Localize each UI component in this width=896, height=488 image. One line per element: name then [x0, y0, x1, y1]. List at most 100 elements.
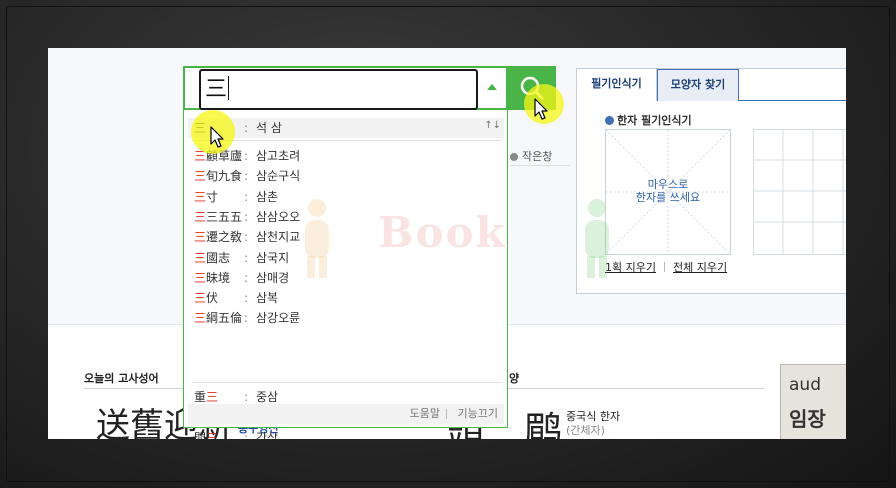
- item-hanja-match: 三: [194, 250, 207, 265]
- item-reading: 삼삼오오: [256, 209, 301, 224]
- shape-section-title: 양: [509, 372, 520, 385]
- divider: [510, 165, 570, 166]
- item-reading: 삼매경: [256, 270, 290, 285]
- handwriting-title: 한자 필기인식기: [605, 112, 692, 128]
- item-hanja-prefix: 間: [194, 430, 207, 439]
- colon: :: [244, 169, 249, 184]
- mouse-cursor-icon: [210, 126, 224, 148]
- colon: :: [244, 430, 249, 439]
- autocomplete-footer: 도움말 기능끄기: [188, 404, 504, 424]
- autocomplete-toggle-arrow-icon[interactable]: [487, 84, 497, 90]
- autocomplete-dropdown: 三:석 삼 ↑↓ 三顧草廬:삼고초려三旬九食:삼순구식三寸:삼촌三三五五:삼삼오…: [183, 110, 508, 439]
- item-hanja: 三伏: [194, 289, 244, 307]
- chinese-sublabel: (간체자): [566, 424, 605, 437]
- autocomplete-item[interactable]: 三國志: 삼국지: [194, 249, 289, 267]
- idiom-section-title: 오늘의 고사성어: [84, 372, 159, 385]
- item-reading: 삼고초려: [256, 149, 301, 163]
- item-hanja-suffix: 昧境: [206, 270, 231, 285]
- item-reading: 간삼: [256, 430, 279, 439]
- watermark-figure-icon: [585, 199, 609, 278]
- item-hanja: 間三: [194, 429, 244, 439]
- item-hanja-suffix: 三五五: [206, 209, 243, 224]
- top-item-reading: 석 삼: [256, 121, 282, 135]
- colon: :: [244, 209, 249, 224]
- item-hanja-match: 三: [194, 230, 207, 245]
- shape-char-2[interactable]: 鹛: [524, 400, 562, 439]
- item-hanja: 三遷之敎: [194, 228, 244, 246]
- watermark-figure-icon: [305, 199, 329, 278]
- watermark-text: Book: [378, 208, 507, 257]
- autocomplete-item[interactable]: 三三五五: 삼삼오오: [194, 208, 300, 226]
- colon: :: [244, 149, 249, 163]
- item-hanja-match: 三: [206, 430, 219, 439]
- canvas-hint-line-1: 마우스로: [647, 178, 689, 191]
- item-hanja-match: 三: [194, 209, 207, 224]
- item-reading: 삼국지: [256, 250, 290, 265]
- clear-all-link[interactable]: 전체 지우기: [673, 261, 727, 274]
- item-hanja-suffix: 旬九食: [206, 169, 243, 184]
- tab-handwriting[interactable]: 필기인식기: [577, 69, 657, 101]
- autocomplete-separator: [192, 140, 502, 141]
- item-hanja-match: 三: [194, 169, 207, 184]
- item-hanja-match: 三: [206, 390, 219, 404]
- autocomplete-item[interactable]: 三旬九食: 삼순구식: [194, 167, 300, 185]
- handwriting-title-text: 한자 필기인식기: [617, 114, 692, 127]
- item-hanja-suffix: 國志: [206, 250, 231, 265]
- side-banner-line-1: aud: [789, 375, 821, 395]
- item-reading: 삼순구식: [256, 169, 301, 184]
- autocomplete-item[interactable]: 三綱五倫: 삼강오륜: [194, 309, 300, 327]
- sort-arrows-icon[interactable]: ↑↓: [484, 120, 501, 131]
- item-reading: 중삼: [256, 390, 279, 404]
- search-box: 三: [183, 66, 508, 110]
- item-hanja-match: 三: [194, 270, 207, 285]
- autocomplete-item[interactable]: 三伏: 삼복: [194, 289, 278, 307]
- item-hanja-suffix: 遷之敎: [206, 230, 243, 245]
- item-hanja-suffix: 寸: [206, 189, 219, 204]
- item-hanja-prefix: 重: [194, 390, 207, 404]
- autocomplete-item[interactable]: 三遷之敎: 삼천지교: [194, 228, 300, 246]
- autocomplete-item[interactable]: 三昧境: 삼매경: [194, 269, 289, 287]
- canvas-hint: 마우스로 한자를 쓰세요: [606, 178, 730, 204]
- item-hanja: 三寸: [194, 188, 244, 206]
- handwriting-canvas[interactable]: 마우스로 한자를 쓰세요: [605, 129, 731, 255]
- handwriting-tabs: 필기인식기 모양자 찾기: [577, 69, 846, 101]
- item-hanja-suffix: 伏: [206, 291, 219, 306]
- item-hanja-match: 三: [194, 311, 207, 326]
- autocomplete-item[interactable]: 三寸: 삼촌: [194, 188, 278, 206]
- colon: :: [244, 121, 249, 135]
- mouse-cursor-icon: [534, 98, 548, 120]
- small-window-label: 작은창: [522, 150, 553, 163]
- text-caret: [228, 76, 230, 100]
- side-banner[interactable]: aud 임장: [780, 364, 846, 439]
- links-divider: [663, 262, 665, 272]
- bullet-icon: [605, 116, 614, 125]
- item-hanja: 三昧境: [194, 269, 244, 287]
- item-hanja-suffix: 綱五倫: [206, 311, 243, 326]
- candidate-grid[interactable]: [753, 129, 846, 255]
- item-reading: 삼천지교: [256, 230, 301, 245]
- small-window-link[interactable]: 작은창: [510, 148, 552, 164]
- canvas-hint-line-2: 한자를 쓰세요: [635, 191, 701, 204]
- tab-radical-search[interactable]: 모양자 찾기: [657, 69, 739, 101]
- item-hanja: 三旬九食: [194, 167, 244, 185]
- colon: :: [244, 311, 249, 326]
- item-reading: 삼강오륜: [256, 311, 301, 326]
- disable-autocomplete-link[interactable]: 기능끄기: [458, 404, 498, 424]
- item-reading: 삼촌: [256, 189, 279, 204]
- side-banner-line-2: 임장: [789, 407, 826, 431]
- item-reading: 삼복: [256, 291, 279, 306]
- search-input-value: 三: [205, 77, 228, 102]
- colon: :: [244, 230, 249, 245]
- search-input[interactable]: 三: [199, 69, 478, 110]
- autocomplete-separator: [192, 382, 502, 383]
- item-hanja: 三國志: [194, 249, 244, 267]
- colon: :: [244, 270, 249, 285]
- small-window-icon: [510, 153, 518, 161]
- colon: :: [244, 189, 249, 204]
- web-page: 三 작은창 三:석 삼 ↑↓ 三顧草廬:삼고초려三旬九食:삼순구식三寸:삼촌三三…: [48, 48, 846, 439]
- footer-divider: [446, 409, 447, 419]
- help-link[interactable]: 도움말: [410, 404, 440, 424]
- autocomplete-item[interactable]: 間三: 간삼: [194, 429, 278, 439]
- item-hanja: 三三五五: [194, 208, 244, 226]
- item-hanja: 三綱五倫: [194, 309, 244, 327]
